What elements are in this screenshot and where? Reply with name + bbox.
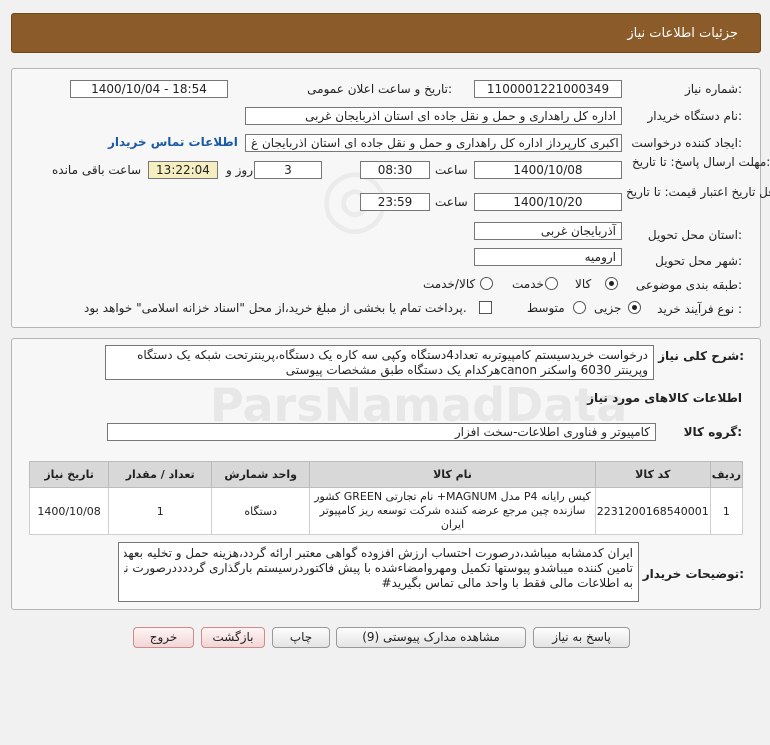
buyer-notes-line-2: تامین کننده میباشدو پیوستها تکمیل ومهروا… xyxy=(124,561,633,575)
cell-name-line-1: کیس رایانه P4 مدل MAGNUM+ نام تجارتی GRE… xyxy=(314,490,591,503)
category-radio-goods[interactable] xyxy=(605,277,618,290)
category-option-goods: کالا xyxy=(575,277,592,291)
col-name: نام کالا xyxy=(309,461,596,488)
buyer-notes-line-1: ایران کدمشابه میباشد،درصورت احتساب ارزش … xyxy=(124,546,633,560)
goods-group-label: گروه کالا: xyxy=(683,425,742,439)
col-date: تاریخ نیاز xyxy=(28,461,110,488)
reply-button[interactable]: پاسخ به نیاز xyxy=(533,627,630,648)
attachments-button[interactable]: مشاهده مدارک پیوستی (9) xyxy=(336,627,526,648)
price-validity-time-label: ساعت xyxy=(435,195,468,209)
col-row: ردیف xyxy=(709,461,744,488)
buyer-notes-box: ایران کدمشابه میباشد،درصورت احتساب ارزش … xyxy=(118,542,639,602)
buyer-contact-link[interactable]: اطلاعات تماس خریدار xyxy=(108,135,238,149)
col-code: کد کالا xyxy=(594,461,711,488)
need-number-label: شماره نیاز: xyxy=(684,82,742,96)
response-time-field: 08:30 xyxy=(360,161,430,179)
days-remaining-field: 3 xyxy=(254,161,322,179)
treasury-payment-checkbox[interactable] xyxy=(479,301,492,314)
buyer-org-field: اداره کل راهداری و حمل و نقل جاده ای است… xyxy=(245,107,622,125)
page-title: جزئیات اطلاعات نیاز xyxy=(627,26,738,41)
goods-section-title: اطلاعات کالاهای مورد نیاز xyxy=(587,391,742,405)
buyer-notes-line-3: به اطلاعات مالی فقط با واحد مالی تماس بگ… xyxy=(381,576,633,590)
treasury-payment-note: پرداخت تمام یا بخشی از مبلغ خرید،از محل … xyxy=(84,301,467,315)
purchase-type-label: نوع فرآیند خرید : xyxy=(657,302,742,316)
delivery-city-label: شهر محل تحویل: xyxy=(655,254,742,268)
cell-qty: 1 xyxy=(108,487,213,535)
response-time-label: ساعت xyxy=(435,163,468,177)
col-qty: تعداد / مقدار xyxy=(108,461,213,488)
goods-table-header: ردیف کد کالا نام کالا واحد شمارش تعداد /… xyxy=(28,461,744,488)
cell-name-line-3: ایران xyxy=(440,518,465,531)
print-button[interactable]: چاپ xyxy=(272,627,330,648)
need-number-field: 1100001221000349 xyxy=(474,80,622,98)
table-row: 1 2231200168540001 کیس رایانه P4 مدل MAG… xyxy=(28,487,744,535)
response-date-field: 1400/10/08 xyxy=(474,161,622,179)
buyer-notes-label: توضیحات خریدار: xyxy=(642,567,744,581)
description-line-2: وپرینتر 6030 واسکنر canonهرکدام یک دستگا… xyxy=(285,363,648,377)
time-remaining-field: 13:22:04 xyxy=(148,161,218,179)
purchase-radio-medium[interactable] xyxy=(573,301,586,314)
category-option-goods-service: کالا/خدمت xyxy=(423,277,476,291)
description-label: شرح کلی نیاز: xyxy=(658,349,744,363)
price-validity-date-field: 1400/10/20 xyxy=(474,193,622,211)
back-button[interactable]: بازگشت xyxy=(201,627,265,648)
cell-row: 1 xyxy=(709,487,744,535)
price-validity-time-field: 23:59 xyxy=(360,193,430,211)
col-unit: واحد شمارش xyxy=(211,461,311,488)
delivery-city-field: ارومیه xyxy=(474,248,622,266)
cell-name: کیس رایانه P4 مدل MAGNUM+ نام تجارتی GRE… xyxy=(309,487,596,535)
description-box: درخواست خریدسیستم کامپیوتربه تعداد4دستگا… xyxy=(105,345,654,380)
cell-date: 1400/10/08 xyxy=(28,487,110,535)
days-label: روز و xyxy=(226,163,253,177)
delivery-province-field: آذربایجان غربی xyxy=(474,222,622,240)
announce-datetime-field: 1400/10/04 - 18:54 xyxy=(70,80,228,98)
purchase-option-minor: جزیی xyxy=(594,301,622,315)
goods-table: ردیف کد کالا نام کالا واحد شمارش تعداد /… xyxy=(28,461,744,535)
goods-group-field: کامپیوتر و فناوری اطلاعات-سخت افزار xyxy=(107,423,656,441)
purchase-radio-minor[interactable] xyxy=(628,301,641,314)
category-radio-service[interactable] xyxy=(545,277,558,290)
cell-code: 2231200168540001 xyxy=(594,487,711,535)
category-option-service: خدمت xyxy=(512,277,544,291)
page-header: جزئیات اطلاعات نیاز xyxy=(11,13,761,53)
buyer-org-label: نام دستگاه خریدار: xyxy=(647,109,743,123)
response-deadline-label: مهلت ارسال پاسخ: تا تاریخ: xyxy=(632,155,770,169)
exit-button[interactable]: خروج xyxy=(133,627,194,648)
price-validity-label: حداقل تاریخ اعتبار قیمت: تا تاریخ: xyxy=(626,185,770,199)
requester-label: ایجاد کننده درخواست: xyxy=(631,136,742,150)
category-radio-goods-service[interactable] xyxy=(480,277,493,290)
description-line-1: درخواست خریدسیستم کامپیوتربه تعداد4دستگا… xyxy=(137,348,648,362)
category-label: طبقه بندی موضوعی: xyxy=(635,278,742,292)
time-remaining-label: ساعت باقی مانده xyxy=(52,163,142,177)
cell-unit: دستگاه xyxy=(211,487,311,535)
cell-name-line-2: سازنده چین مرجع عرضه کننده شرکت توسعه ری… xyxy=(319,504,586,517)
announce-datetime-label: تاریخ و ساعت اعلان عمومی: xyxy=(307,82,452,96)
purchase-option-medium: متوسط xyxy=(527,301,565,315)
requester-field: مهدی اکبری کارپرداز اداره کل راهداری و ح… xyxy=(245,134,622,152)
delivery-province-label: استان محل تحویل: xyxy=(647,228,742,242)
